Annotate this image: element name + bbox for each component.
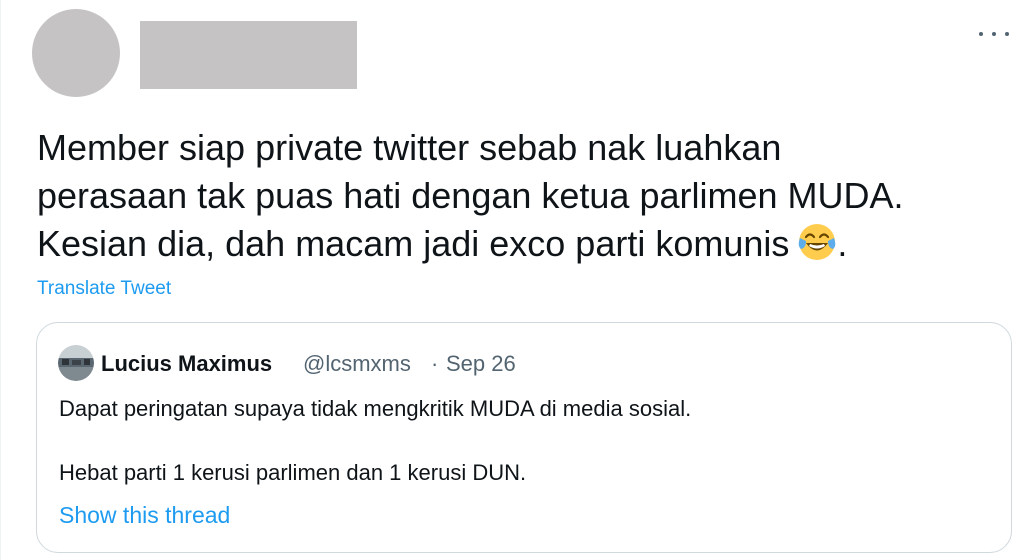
tweet-text-end: . <box>837 223 848 264</box>
quoted-tweet-card[interactable]: Lucius Maximus @lcsmxms · Sep 26 Dapat p… <box>36 322 1012 553</box>
face-with-tears-of-joy-icon <box>799 224 836 260</box>
tweet-text-line: Kesian dia, dah macam jadi exco parti ko… <box>37 220 1012 268</box>
show-thread-link[interactable]: Show this thread <box>59 501 230 529</box>
translate-tweet-link[interactable]: Translate Tweet <box>37 277 171 301</box>
quoted-author-avatar[interactable] <box>58 345 94 381</box>
tweet-text: Member siap private twitter sebab nak lu… <box>37 124 1012 268</box>
more-options-icon[interactable] <box>979 26 1009 42</box>
tweet-text-line-3: Kesian dia, dah macam jadi exco parti ko… <box>37 223 790 264</box>
quoted-text-line: Dapat peringatan supaya tidak mengkritik… <box>59 396 692 421</box>
meta-separator: · <box>431 351 439 376</box>
tweet-text-line: perasaan tak puas hati dengan ketua parl… <box>37 175 904 216</box>
quoted-text-line: Hebat parti 1 kerusi parlimen dan 1 keru… <box>59 460 527 485</box>
quoted-date[interactable]: Sep 26 <box>446 350 516 378</box>
tweet-text-line: Member siap private twitter sebab nak lu… <box>37 127 782 168</box>
quoted-display-name[interactable]: Lucius Maximus <box>101 350 272 378</box>
author-avatar-redacted[interactable] <box>32 9 120 97</box>
author-name-redacted[interactable] <box>140 21 357 89</box>
quoted-handle[interactable]: @lcsmxms <box>303 350 411 378</box>
tweet: Member siap private twitter sebab nak lu… <box>0 0 1025 560</box>
